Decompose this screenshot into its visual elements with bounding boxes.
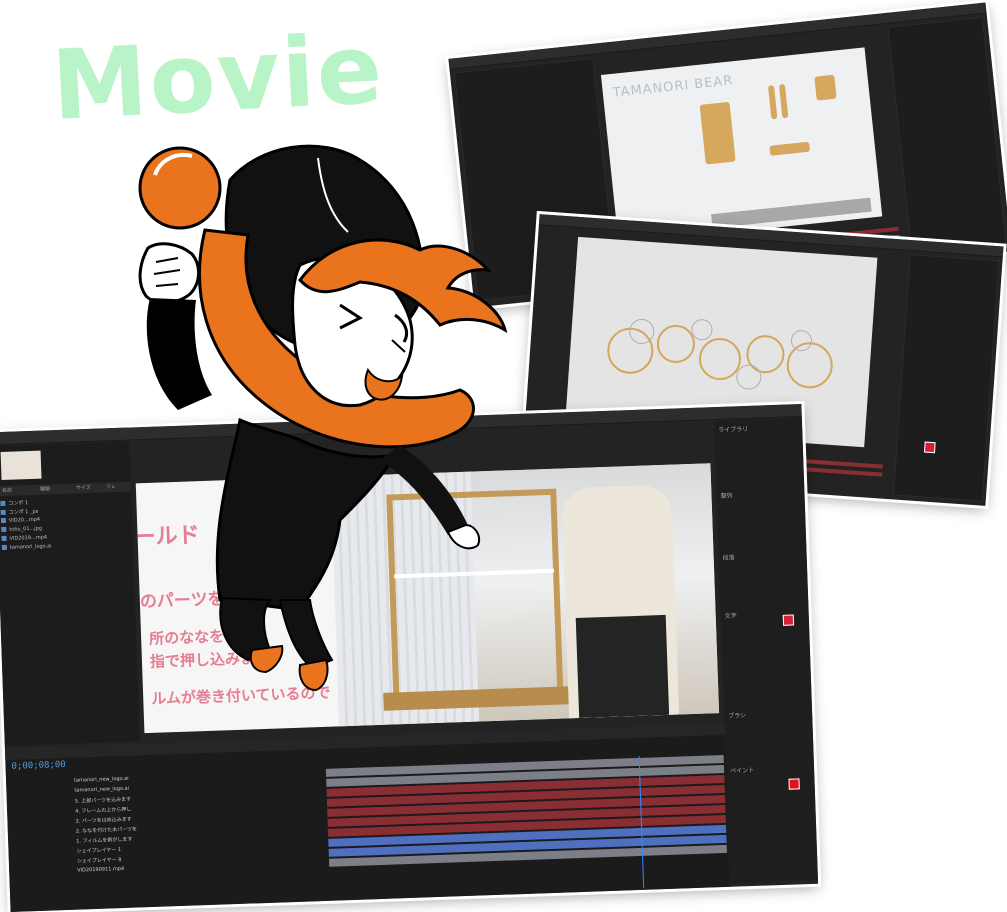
wood-part	[699, 101, 736, 165]
composition-preview: TAMANORI BEAR	[600, 47, 883, 245]
layer-name[interactable]: 1. フィルムを剥がします	[76, 836, 132, 846]
layer-name[interactable]: tamanori_new_logo.ai	[74, 776, 129, 786]
wooden-frame	[386, 488, 564, 705]
col-size: サイズ	[75, 484, 91, 492]
video-frame	[330, 463, 720, 727]
col-type: 種類	[39, 486, 51, 493]
panel-brush[interactable]: ブラシ	[728, 710, 746, 720]
subtitle-text: 所のななを付	[148, 626, 240, 648]
timecode[interactable]: 0;00;08;00	[11, 760, 66, 772]
wood-part	[767, 85, 778, 120]
fist-icon	[138, 242, 200, 304]
composition-viewer: ールド のパーツを付 所のななを付 指で押し込みま ルムが巻き付いているので	[135, 463, 720, 734]
layer-name[interactable]: 2. ななを付けた木パーツを	[76, 825, 138, 835]
panel-library[interactable]: ライブラリ	[718, 424, 748, 434]
subtitle-text: のパーツを付	[139, 588, 242, 613]
panel-paint[interactable]: ペイント	[730, 765, 754, 775]
layer-name[interactable]: 3. パーツをはめ込みます	[75, 816, 132, 826]
timeline-panel: 0;00;08;00 tamanori_new_logo.ai tamanori…	[4, 722, 731, 912]
panel-align[interactable]: 整列	[720, 491, 732, 500]
layer-name[interactable]: 5. 上部パーツを込みます	[75, 796, 132, 806]
wood-part	[778, 83, 789, 119]
layer-name[interactable]: tamanori_new_logo.ai	[74, 786, 129, 796]
right-panel	[892, 254, 1000, 502]
ae-screenshot-video-edit: 名前 種類 サイズ フレ コンポ 1 コンポ 1 _ps VID20...mp4…	[0, 404, 819, 912]
project-thumbnail	[0, 450, 42, 481]
project-panel: 名前 種類 サイズ フレ コンポ 1 コンポ 1 _ps VID20...mp4…	[0, 441, 140, 747]
col-name: 名前	[1, 487, 13, 494]
layer-name[interactable]: シェイプレイヤー 1	[76, 846, 121, 856]
subtitle-text: ルムが巻き付いているので	[150, 683, 331, 708]
wood-part	[814, 74, 837, 101]
toolbar	[0, 404, 802, 446]
brand-text: TAMANORI BEAR	[612, 73, 734, 101]
col-fps: フレ	[105, 484, 116, 491]
person-pants	[575, 614, 670, 718]
progress-bar	[711, 197, 872, 229]
color-swatch[interactable]	[923, 441, 936, 454]
color-swatch[interactable]	[782, 614, 795, 626]
panel-paragraph[interactable]: 段落	[723, 552, 735, 561]
subtitle-text: 指で押し込みま	[149, 649, 256, 671]
title: Movie	[49, 12, 387, 142]
layer-name[interactable]: シェイプレイヤー 8	[77, 856, 122, 866]
timeline-tracks	[325, 753, 728, 899]
layer-name[interactable]: 4. フレームの上から押し	[75, 806, 131, 816]
project-column-header: 名前 種類 サイズ フレ	[0, 481, 132, 497]
color-swatch[interactable]	[788, 778, 800, 790]
wood-part	[769, 141, 811, 156]
panel-character[interactable]: 文字	[725, 610, 737, 619]
right-panel	[887, 16, 1007, 258]
right-panel: ライブラリ 整列 段落 文字 ブラシ ペイント	[713, 418, 818, 883]
layer-name[interactable]: VID20190911.mp4	[77, 866, 124, 876]
subtitle-text: ールド	[135, 523, 201, 551]
